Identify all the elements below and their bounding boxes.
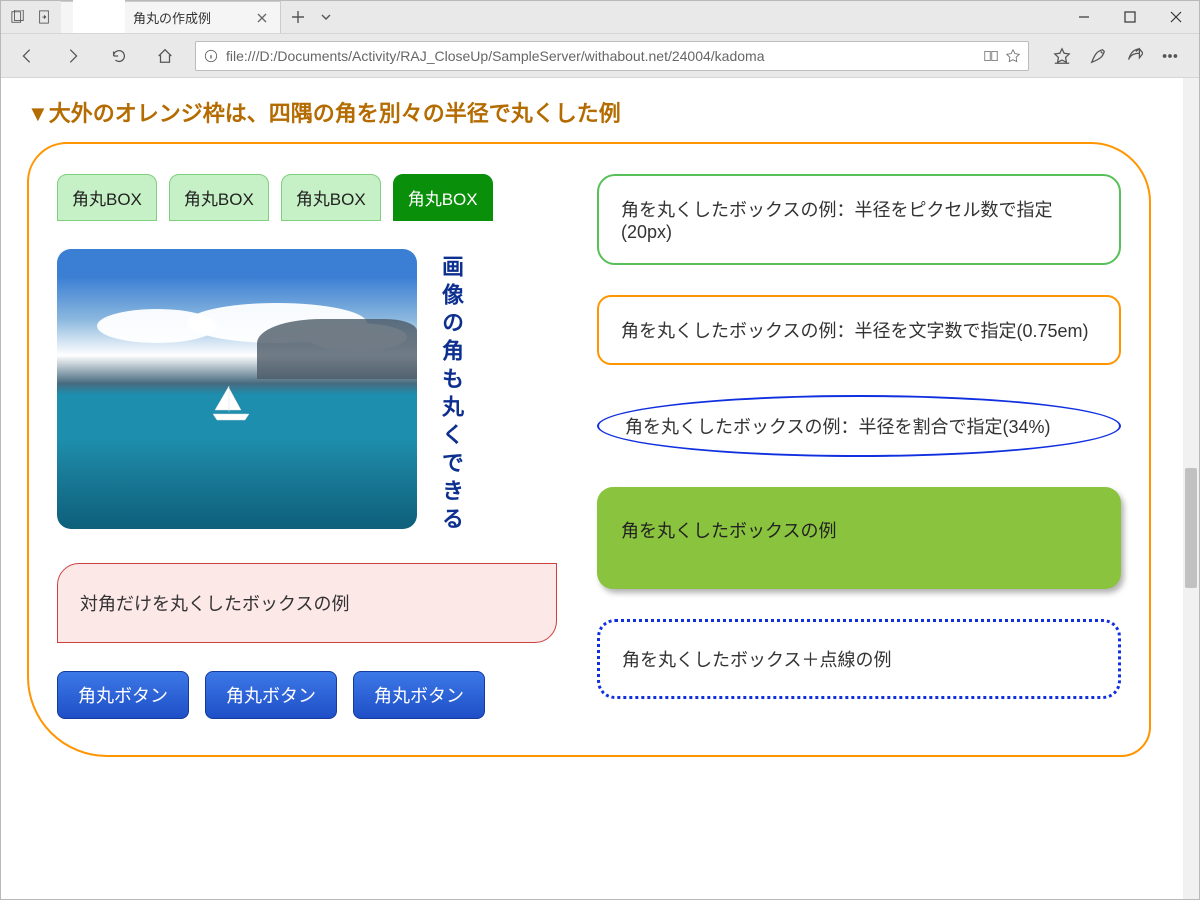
notes-icon[interactable] xyxy=(1089,47,1107,65)
diagonal-rounded-box: 対角だけを丸くしたボックスの例 xyxy=(57,563,557,643)
navbar: file:///D:/Documents/Activity/RAJ_CloseU… xyxy=(1,33,1199,77)
rounded-tab-row: 角丸BOX 角丸BOX 角丸BOX 角丸BOX xyxy=(57,174,557,221)
tabs-aside-icon[interactable] xyxy=(11,10,25,24)
close-tab-icon[interactable] xyxy=(256,12,268,24)
rounded-button[interactable]: 角丸ボタン xyxy=(205,671,337,719)
page-heading: ▼大外のオレンジ枠は、四隅の角を別々の半径で丸くした例 xyxy=(27,96,1151,128)
address-bar[interactable]: file:///D:/Documents/Activity/RAJ_CloseU… xyxy=(195,41,1029,71)
share-icon[interactable] xyxy=(1125,47,1143,65)
new-tab-icon[interactable] xyxy=(291,10,305,24)
tab-actions xyxy=(1,1,61,33)
home-button[interactable] xyxy=(149,40,181,72)
rounded-button[interactable]: 角丸ボタン xyxy=(57,671,189,719)
page-icon xyxy=(73,0,125,36)
rounded-tab-active[interactable]: 角丸BOX xyxy=(393,174,493,221)
favorites-hub-icon[interactable] xyxy=(1053,47,1071,65)
scrollbar[interactable] xyxy=(1183,78,1199,899)
reading-view-icon[interactable] xyxy=(984,49,998,63)
close-button[interactable] xyxy=(1153,1,1199,33)
image-row: 画像の角も丸くできる xyxy=(57,249,557,535)
info-icon xyxy=(204,49,218,63)
browser-window: 角丸の作成例 file:///D:/Documents/Activity/RAJ… xyxy=(0,0,1200,900)
set-aside-icon[interactable] xyxy=(37,10,51,24)
rounded-box-em: 角を丸くしたボックスの例：半径を文字数で指定(0.75em) xyxy=(597,295,1121,365)
scrollbar-thumb[interactable] xyxy=(1185,468,1197,588)
refresh-button[interactable] xyxy=(103,40,135,72)
more-icon[interactable] xyxy=(1161,47,1179,65)
sailboat-icon xyxy=(207,384,255,424)
titlebar: 角丸の作成例 xyxy=(1,1,1199,33)
minimize-button[interactable] xyxy=(1061,1,1107,33)
rounded-button[interactable]: 角丸ボタン xyxy=(353,671,485,719)
right-column: 角を丸くしたボックスの例：半径をピクセル数で指定(20px) 角を丸くしたボック… xyxy=(597,174,1121,719)
favorite-icon[interactable] xyxy=(1006,49,1020,63)
rounded-tab[interactable]: 角丸BOX xyxy=(281,174,381,221)
tab-strip-controls xyxy=(281,1,343,33)
rounded-image xyxy=(57,249,417,529)
window-controls xyxy=(1061,1,1199,33)
rounded-box-px: 角を丸くしたボックスの例：半径をピクセル数で指定(20px) xyxy=(597,174,1121,265)
chevron-down-icon[interactable] xyxy=(319,10,333,24)
rounded-box-dotted: 角を丸くしたボックス＋点線の例 xyxy=(597,619,1121,699)
outer-orange-frame: 角丸BOX 角丸BOX 角丸BOX 角丸BOX xyxy=(27,142,1151,757)
browser-tab[interactable]: 角丸の作成例 xyxy=(61,1,281,33)
rounded-tab[interactable]: 角丸BOX xyxy=(57,174,157,221)
rounded-box-pct: 角を丸くしたボックスの例：半径を割合で指定(34%) xyxy=(597,395,1121,457)
maximize-button[interactable] xyxy=(1107,1,1153,33)
page-content: ▼大外のオレンジ枠は、四隅の角を別々の半径で丸くした例 角丸BOX 角丸BOX … xyxy=(1,78,1177,899)
button-row: 角丸ボタン 角丸ボタン 角丸ボタン xyxy=(57,671,557,719)
toolbar-right xyxy=(1043,47,1189,65)
left-column: 角丸BOX 角丸BOX 角丸BOX 角丸BOX xyxy=(57,174,557,719)
viewport: ▼大外のオレンジ枠は、四隅の角を別々の半径で丸くした例 角丸BOX 角丸BOX … xyxy=(1,77,1199,899)
rounded-box-filled: 角を丸くしたボックスの例 xyxy=(597,487,1121,589)
address-text: file:///D:/Documents/Activity/RAJ_CloseU… xyxy=(226,48,976,64)
forward-button[interactable] xyxy=(57,40,89,72)
rounded-tab[interactable]: 角丸BOX xyxy=(169,174,269,221)
vertical-caption: 画像の角も丸くできる xyxy=(435,249,467,535)
back-button[interactable] xyxy=(11,40,43,72)
tab-title: 角丸の作成例 xyxy=(133,8,248,27)
